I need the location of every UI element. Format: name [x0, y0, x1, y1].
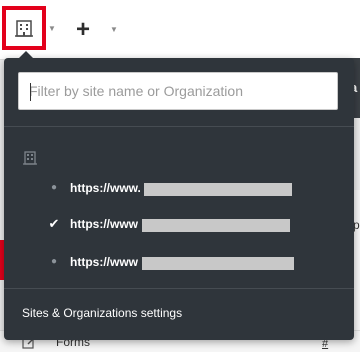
checkmark-icon: ✔: [48, 216, 60, 231]
redacted-text: [142, 219, 290, 232]
sites-button[interactable]: [2, 6, 46, 50]
bullet-icon: ●: [50, 182, 58, 193]
site-url: https://www: [70, 255, 138, 269]
redacted-text: [144, 183, 292, 196]
site-item[interactable]: ● https://www.: [4, 172, 354, 206]
chevron-down-icon[interactable]: ▼: [48, 24, 56, 33]
site-item-selected[interactable]: ✔ https://www: [4, 208, 354, 242]
filter-field[interactable]: [18, 72, 338, 110]
building-icon: [15, 20, 33, 37]
divider: [4, 288, 354, 289]
site-item[interactable]: ● https://www: [4, 246, 354, 280]
sites-settings-link[interactable]: Sites & Organizations settings: [22, 306, 182, 320]
text-cursor: [30, 83, 31, 101]
add-button[interactable]: + ▼: [76, 16, 118, 44]
chevron-down-icon[interactable]: ▼: [110, 25, 118, 34]
redacted-text: [142, 257, 294, 270]
top-toolbar: ▼ + ▼: [0, 0, 360, 60]
plus-icon: +: [76, 16, 91, 43]
site-url: https://www: [70, 217, 138, 231]
building-icon: [23, 151, 37, 165]
site-url: https://www.: [70, 181, 141, 195]
filter-input[interactable]: [19, 73, 337, 109]
dropdown-arrow: [18, 51, 34, 59]
divider: [4, 126, 354, 127]
sites-dropdown: ● https://www. ✔ https://www ● https://w…: [4, 51, 354, 340]
background-panel-letter: p: [353, 218, 360, 232]
bullet-icon: ●: [50, 256, 58, 267]
